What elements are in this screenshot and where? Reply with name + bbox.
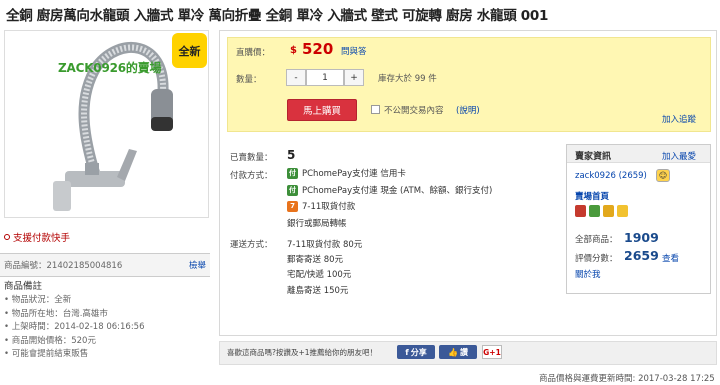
- add-favorite-link[interactable]: 加入最愛: [662, 150, 696, 162]
- buy-now-button[interactable]: 馬上購買: [287, 99, 357, 121]
- payment-method: 銀行或郵局轉帳: [287, 219, 347, 229]
- fb-like-label: 讚: [459, 347, 468, 357]
- sold-label: 已賣數量：: [230, 153, 273, 163]
- rating-label: 評價分數：: [575, 254, 618, 264]
- page-title: 全銅 廚房萬向水龍頭 入牆式 單冷 萬向折疊 全銅 單冷 入牆式 壁式 可旋轉 …: [6, 8, 549, 24]
- payment-label: 付款方式：: [230, 171, 273, 181]
- thumbs-up-icon: 👍: [448, 347, 458, 357]
- private-trade-checkbox[interactable]: [371, 105, 380, 114]
- support-payment-link[interactable]: 支援付款快手: [4, 230, 70, 244]
- note-item: 上架時間：2014-02-18 06:16:56: [4, 321, 145, 334]
- sold-value: 5: [287, 148, 296, 162]
- seller-title: 賣家資訊: [575, 152, 612, 162]
- quantity-plus-button[interactable]: +: [344, 69, 364, 86]
- report-link[interactable]: 檢舉: [189, 259, 206, 271]
- verified-icon: [575, 205, 586, 217]
- seven-eleven-icon: 7: [287, 200, 298, 212]
- payment-method-text: PChomePay支付連 信用卡: [302, 169, 406, 179]
- share-text: 喜歡這商品嗎?按讚及+1推薦給你的朋友吧！: [227, 348, 378, 357]
- shipping-method: 離島寄送 150元: [287, 286, 349, 296]
- note-item: 物品狀況：全新: [4, 294, 145, 307]
- update-time: 商品價格與運費更新時間: 2017-03-28 17:25: [539, 374, 715, 384]
- product-code-label: 商品編號：: [4, 261, 47, 271]
- payment-method-text: PChomePay支付連 現金 (ATM、餘額、銀行支付): [302, 186, 493, 196]
- qa-link[interactable]: 問與答: [341, 45, 367, 57]
- note-item: 物品所在地：台灣.高雄市: [4, 308, 145, 321]
- price-value: 520: [302, 40, 334, 58]
- price-label: 直購價：: [236, 48, 271, 58]
- lock-icon: [603, 205, 614, 217]
- note-item: 商品開始價格：520元: [4, 335, 145, 348]
- facebook-share-button[interactable]: f 分享: [397, 345, 435, 359]
- shipping-method: 郵寄寄送 80元: [287, 255, 344, 265]
- quantity-minus-button[interactable]: -: [286, 69, 306, 86]
- notes-heading: 商品備註: [4, 281, 43, 292]
- seller-score: (2659): [618, 171, 647, 181]
- note-item: 可能會提前結束販售: [4, 348, 145, 361]
- watermark-text: ZACK0926的賣場: [58, 61, 162, 75]
- shipping-method: 7-11取貨付款 80元: [287, 240, 363, 250]
- seller-badges: [575, 205, 628, 217]
- fb-share-label: 分享: [410, 347, 427, 357]
- about-me-link[interactable]: 關於我: [575, 268, 601, 280]
- rating-value[interactable]: 2659: [624, 248, 659, 263]
- payment-method: 付 PChomePay支付連 信用卡: [287, 167, 406, 179]
- payment-method: 7 7-11取貨付款: [287, 200, 355, 212]
- quantity-label: 數量：: [236, 75, 262, 85]
- smiley-icon: ☺: [656, 169, 670, 182]
- view-rating-link[interactable]: 查看: [662, 252, 679, 264]
- product-notes: 商品備註 物品狀況：全新 物品所在地：台灣.高雄市 上架時間：2014-02-1…: [4, 280, 145, 361]
- support-payment-label: 支援付款快手: [13, 233, 71, 244]
- seller-name: zack0926: [575, 171, 616, 181]
- circle-icon: [4, 234, 10, 240]
- add-tracking-link[interactable]: 加入追蹤: [662, 113, 696, 125]
- all-goods-value[interactable]: 1909: [624, 230, 659, 245]
- store-home-link[interactable]: 賣場首頁: [575, 190, 609, 202]
- pchomepay-icon: 付: [287, 184, 298, 196]
- price-currency: $: [290, 45, 297, 56]
- product-code-value: 21402185004816: [46, 261, 123, 271]
- pchomepay-icon: 付: [287, 167, 298, 179]
- stock-text: 庫存大於 99 件: [378, 74, 437, 84]
- payment-method: 付 PChomePay支付連 現金 (ATM、餘額、銀行支付): [287, 184, 492, 196]
- message-icon: [589, 205, 600, 217]
- private-trade-label: 不公開交易內容: [384, 106, 444, 116]
- explain-link[interactable]: (說明): [456, 104, 480, 116]
- facebook-like-button[interactable]: 👍 讚: [439, 345, 477, 359]
- shipping-method: 宅配/快遞 100元: [287, 270, 352, 280]
- seller-name-link[interactable]: zack0926 (2659): [575, 171, 647, 181]
- quantity-input[interactable]: 1: [306, 69, 344, 86]
- all-goods-label: 全部商品：: [575, 235, 618, 245]
- facebook-icon: f: [405, 347, 409, 357]
- shipping-label: 運送方式：: [230, 240, 273, 250]
- new-badge: 全新: [172, 33, 207, 68]
- payment-method-text: 7-11取貨付款: [302, 202, 356, 212]
- google-plus-button[interactable]: G+1: [482, 345, 502, 359]
- shield-icon: [617, 205, 628, 217]
- product-code-row: 商品編號：21402185004816 檢舉: [0, 253, 210, 277]
